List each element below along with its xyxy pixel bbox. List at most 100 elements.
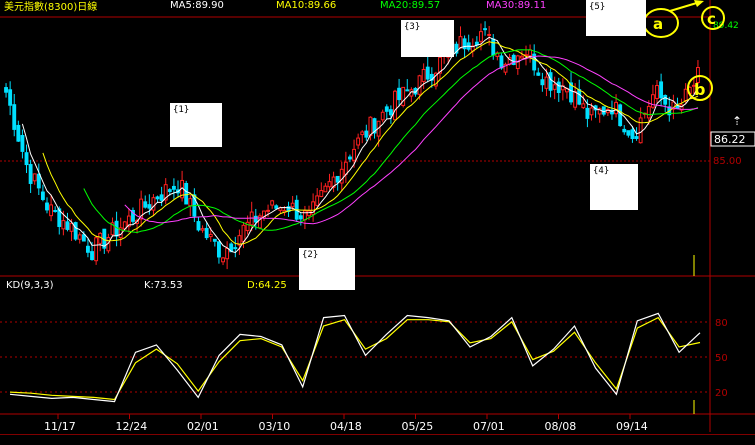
candle-body xyxy=(143,201,148,208)
candle-body xyxy=(233,247,238,250)
candle-body xyxy=(421,68,426,82)
candle-body xyxy=(479,31,483,42)
candle-body xyxy=(487,33,492,36)
date-tick-label: 08/08 xyxy=(545,420,577,433)
candle-body xyxy=(552,84,557,90)
current-price-label: 86.22 xyxy=(714,133,746,146)
candle-body xyxy=(458,36,463,49)
candle-body xyxy=(212,238,217,242)
candle-body xyxy=(36,173,41,189)
candle-body xyxy=(61,220,66,230)
candle-body xyxy=(147,204,152,209)
candle-body xyxy=(24,152,29,166)
kd-label-80: 80 xyxy=(715,318,728,329)
annotation-box-4: {4} xyxy=(590,164,638,210)
candle-body xyxy=(499,55,504,69)
candle-body xyxy=(425,66,430,80)
candle-body xyxy=(85,245,90,253)
kd-label-20: 20 xyxy=(715,388,728,399)
candle-body xyxy=(69,222,74,232)
candle-body xyxy=(618,104,623,127)
candle-body xyxy=(348,156,352,160)
candle-body xyxy=(622,128,627,133)
candle-body xyxy=(241,224,246,242)
candle-body xyxy=(646,105,651,119)
candle-body xyxy=(556,81,561,93)
candle-body xyxy=(20,134,25,152)
candle-body xyxy=(28,164,33,184)
candle-body xyxy=(327,181,332,188)
candle-body xyxy=(581,103,586,109)
ma30-label: MA30:89.11 xyxy=(486,0,547,11)
candle-body xyxy=(384,106,389,112)
candle-body xyxy=(601,106,606,115)
stock-chart: 11/17 12/24 02/01 03/10 04/18 05/25 07/01 08/08… xyxy=(0,0,755,444)
candle-body xyxy=(352,148,356,161)
annotation-letter-c: c xyxy=(707,10,716,28)
candle-body xyxy=(204,227,209,239)
price-label-top: 89.42 xyxy=(713,21,739,31)
candle-body xyxy=(32,173,37,182)
candle-body xyxy=(315,195,320,206)
date-tick-label: 05/25 xyxy=(402,420,434,433)
candle-body xyxy=(16,124,21,142)
candle-body xyxy=(417,75,422,95)
annotation-box-5: {5} xyxy=(586,0,646,36)
ma20-label: MA20:89.57 xyxy=(380,0,441,11)
candle-body xyxy=(589,107,594,116)
ma10-label: MA10:89.66 xyxy=(276,0,337,11)
candle-body xyxy=(577,89,582,105)
candle-body xyxy=(360,131,365,136)
candle-body xyxy=(307,210,311,217)
up-arrow-icon: ⇡ xyxy=(732,114,742,128)
candle-body xyxy=(155,196,160,200)
candle-body xyxy=(630,129,635,140)
candle-body xyxy=(159,194,164,201)
kd-label-50: 50 xyxy=(715,353,728,364)
chart-title: 美元指數(8300)日線 xyxy=(4,2,98,13)
candle-body xyxy=(217,241,221,258)
candle-body xyxy=(491,38,496,56)
candle-body xyxy=(245,221,250,232)
candle-body xyxy=(184,182,189,205)
k-value-label: K:73.53 xyxy=(144,280,183,291)
candle-body xyxy=(298,215,303,220)
candle-body xyxy=(323,185,328,193)
candle-body xyxy=(544,76,549,89)
candle-body xyxy=(45,202,49,211)
candle-body xyxy=(368,116,373,137)
candle-body xyxy=(253,215,258,223)
status-bar xyxy=(0,434,755,445)
candle-body xyxy=(380,111,385,121)
ma5-label: MA5:89.90 xyxy=(170,0,224,11)
date-tick-label: 04/18 xyxy=(330,420,362,433)
price-label-85: 85.00 xyxy=(713,156,742,167)
candle-body xyxy=(49,204,54,217)
candle-body xyxy=(659,81,664,99)
candle-body xyxy=(634,136,639,139)
candle-body xyxy=(356,137,361,146)
candle-body xyxy=(405,89,410,92)
candle-body xyxy=(40,191,45,200)
candle-body xyxy=(225,247,230,260)
candle-body xyxy=(65,221,70,230)
candle-body xyxy=(343,161,348,175)
candle-body xyxy=(81,234,86,242)
candle-body xyxy=(270,200,275,206)
candle-body xyxy=(188,198,193,207)
date-tick-label: 02/01 xyxy=(187,420,219,433)
candle-body xyxy=(528,49,533,57)
candle-body xyxy=(548,72,553,91)
candle-body xyxy=(519,55,524,59)
annotation-letter-b: b xyxy=(694,80,705,99)
date-tick-label: 03/10 xyxy=(259,420,291,433)
candle-body xyxy=(614,101,619,115)
candle-body xyxy=(94,237,99,262)
candle-body xyxy=(77,234,82,240)
candle-body xyxy=(626,130,631,136)
d-value-label: D:64.25 xyxy=(247,280,287,291)
date-tick-label: 12/24 xyxy=(116,420,148,433)
candle-body xyxy=(364,130,369,138)
candle-body xyxy=(171,185,176,190)
candle-body xyxy=(650,94,655,108)
